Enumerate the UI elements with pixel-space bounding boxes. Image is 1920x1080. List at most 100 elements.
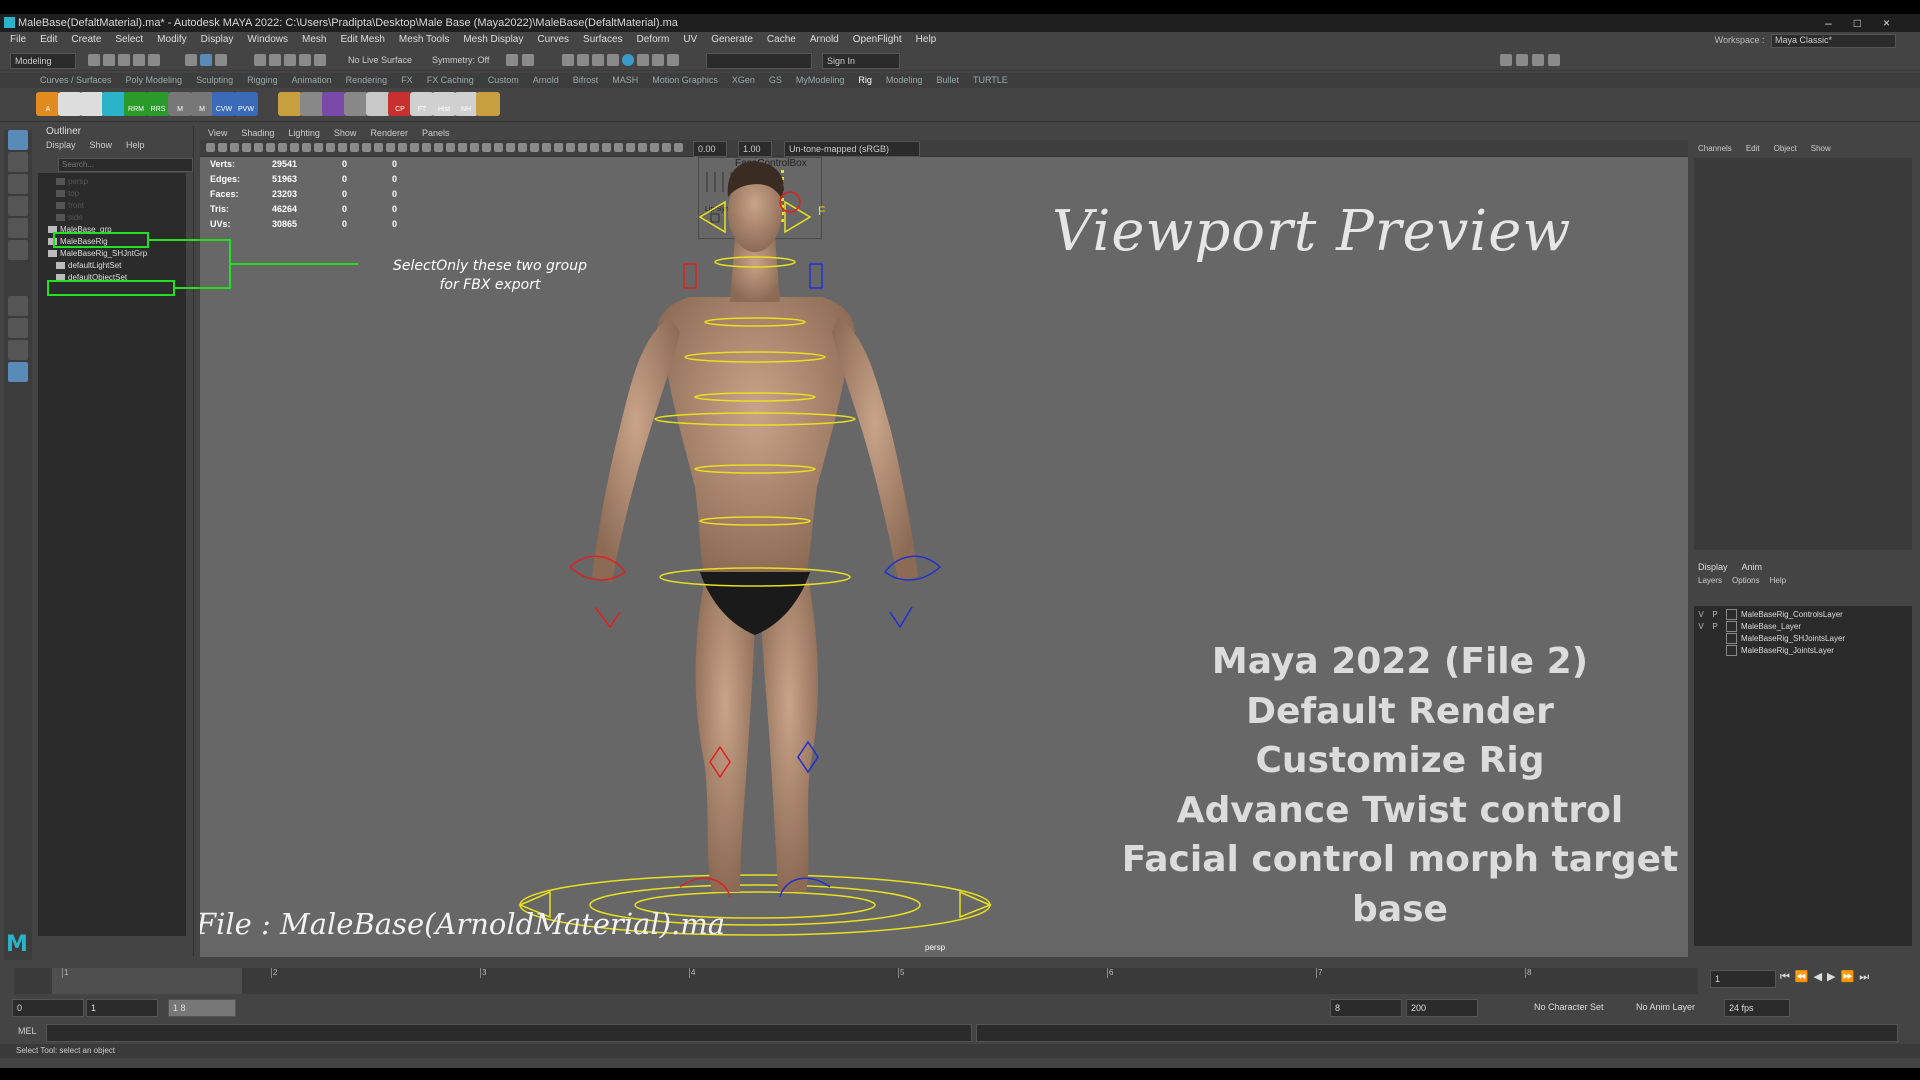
shelf-tab-mymodeling[interactable]: MyModeling: [796, 73, 845, 88]
character-set-dropdown[interactable]: No Character Set: [1530, 999, 1624, 1015]
shelf-tool-icon[interactable]: [80, 92, 104, 116]
maximize-icon[interactable]: □: [1854, 16, 1883, 30]
outliner-search-input[interactable]: Search...: [58, 158, 193, 172]
outliner-menu-display[interactable]: Display: [46, 140, 76, 150]
shelf-tool-icon[interactable]: CP: [388, 92, 412, 116]
tab-display[interactable]: Display: [1698, 562, 1728, 572]
menu-generate[interactable]: Generate: [711, 32, 753, 48]
layer-color-swatch[interactable]: [1726, 645, 1737, 657]
viewport-tool-icon[interactable]: [266, 143, 275, 152]
shelf-tab-rig[interactable]: Rig: [858, 73, 872, 88]
viewport-tool-icon[interactable]: [350, 143, 359, 152]
single-perspective-layout-icon[interactable]: [8, 296, 28, 316]
close-icon[interactable]: ×: [1883, 16, 1912, 30]
snap-point-icon[interactable]: [284, 54, 296, 66]
layer-menu-layers[interactable]: Layers: [1698, 576, 1722, 585]
viewport-tool-icon[interactable]: [434, 143, 443, 152]
viewport-tool-icon[interactable]: [590, 143, 599, 152]
shelf-tab-xgen[interactable]: XGen: [732, 73, 755, 88]
open-scene-icon[interactable]: [103, 54, 115, 66]
quick-search-field[interactable]: [706, 53, 812, 69]
viewport-tool-icon[interactable]: [638, 143, 647, 152]
viewport-tool-icon[interactable]: [650, 143, 659, 152]
shelf-tool-icon[interactable]: RRM: [124, 92, 148, 116]
minimize-icon[interactable]: –: [1825, 16, 1854, 30]
channels-menu-channels[interactable]: Channels: [1698, 144, 1732, 153]
persp-outliner-layout-icon[interactable]: [8, 340, 28, 360]
channel-box-body[interactable]: [1694, 158, 1912, 550]
shelf-tool-icon[interactable]: [322, 92, 346, 116]
viewport-menu-renderer[interactable]: Renderer: [370, 126, 408, 140]
shelf-tool-icon[interactable]: RRS: [146, 92, 170, 116]
modeling-toolkit-icon[interactable]: [1500, 54, 1512, 66]
new-scene-icon[interactable]: [88, 54, 100, 66]
menu-cache[interactable]: Cache: [767, 32, 796, 48]
viewport-tool-icon[interactable]: [386, 143, 395, 152]
viewport-tool-icon[interactable]: [254, 143, 263, 152]
outliner-menu-show[interactable]: Show: [90, 140, 113, 150]
exposure-field[interactable]: 0.00: [693, 141, 727, 157]
shelf-tab-rendering[interactable]: Rendering: [346, 73, 388, 88]
shelf-tool-icon[interactable]: A: [36, 92, 60, 116]
shelf-tab-animation[interactable]: Animation: [292, 73, 332, 88]
channels-menu-object[interactable]: Object: [1774, 144, 1797, 153]
gamma-field[interactable]: 1.00: [738, 141, 772, 157]
shelf-tab-custom[interactable]: Custom: [488, 73, 519, 88]
menu-mesh[interactable]: Mesh: [302, 32, 326, 48]
range-slider-bar[interactable]: 1 8: [168, 999, 236, 1017]
shelf-tab-curves-surfaces[interactable]: Curves / Surfaces: [40, 73, 112, 88]
select-component-icon[interactable]: [215, 54, 227, 66]
command-language-label[interactable]: MEL: [18, 1026, 37, 1036]
shelf-tab-rigging[interactable]: Rigging: [247, 73, 278, 88]
snap-view-icon[interactable]: [299, 54, 311, 66]
input-ops-icon[interactable]: [522, 54, 534, 66]
render-sequence-icon[interactable]: [577, 54, 589, 66]
shelf-tab-motion-graphics[interactable]: Motion Graphics: [652, 73, 718, 88]
shelf-tool-icon[interactable]: [300, 92, 324, 116]
snap-curve-icon[interactable]: [269, 54, 281, 66]
select-object-icon[interactable]: [200, 54, 212, 66]
attribute-editor-icon[interactable]: [1516, 54, 1528, 66]
history-icon[interactable]: [506, 54, 518, 66]
shelf-tool-icon[interactable]: [278, 92, 302, 116]
viewport-tool-icon[interactable]: [506, 143, 515, 152]
viewport-tool-icon[interactable]: [614, 143, 623, 152]
layer-color-swatch[interactable]: [1726, 633, 1737, 645]
viewport-tool-icon[interactable]: [338, 143, 347, 152]
hypershade-icon[interactable]: [622, 54, 634, 66]
viewport-tool-icon[interactable]: [422, 143, 431, 152]
shelf-tab-bifrost[interactable]: Bifrost: [573, 73, 599, 88]
viewport-menu-show[interactable]: Show: [334, 126, 357, 140]
viewport-tool-icon[interactable]: [290, 143, 299, 152]
move-tool-icon[interactable]: [8, 196, 28, 216]
shelf-tab-modeling[interactable]: Modeling: [886, 73, 923, 88]
viewport-tool-icon[interactable]: [578, 143, 587, 152]
shelf-tool-icon[interactable]: [58, 92, 82, 116]
symmetry-dropdown[interactable]: Symmetry: Off: [428, 53, 494, 67]
viewport-tool-icon[interactable]: [458, 143, 467, 152]
render-frame-icon[interactable]: [562, 54, 574, 66]
sign-in-button[interactable]: Sign In: [822, 53, 900, 69]
outliner-menu-help[interactable]: Help: [126, 140, 145, 150]
shelf-tool-icon[interactable]: [476, 92, 500, 116]
layer-row[interactable]: MaleBaseRig_JointsLayer: [1694, 644, 1912, 658]
render-settings-icon[interactable]: [607, 54, 619, 66]
shelf-tool-icon[interactable]: [344, 92, 368, 116]
shelf-tool-icon[interactable]: M: [190, 92, 214, 116]
shelf-tool-icon[interactable]: NH: [454, 92, 478, 116]
menu-deform[interactable]: Deform: [637, 32, 670, 48]
paint-select-tool-icon[interactable]: [8, 174, 28, 194]
tool-settings-icon[interactable]: [1532, 54, 1544, 66]
menu-arnold[interactable]: Arnold: [810, 32, 839, 48]
channel-box-toggle-icon[interactable]: [1548, 54, 1560, 66]
menu-windows[interactable]: Windows: [247, 32, 288, 48]
current-frame-field[interactable]: 1: [1710, 970, 1776, 988]
playback-controls[interactable]: ⏮⏪◀▶⏩⏭: [1780, 970, 1874, 984]
viewport-tool-icon[interactable]: [446, 143, 455, 152]
viewport-tool-icon[interactable]: [326, 143, 335, 152]
lasso-tool-icon[interactable]: [8, 152, 28, 172]
viewport-tool-icon[interactable]: [626, 143, 635, 152]
rotate-tool-icon[interactable]: [8, 218, 28, 238]
scale-tool-icon[interactable]: [8, 240, 28, 260]
viewport-tool-icon[interactable]: [410, 143, 419, 152]
